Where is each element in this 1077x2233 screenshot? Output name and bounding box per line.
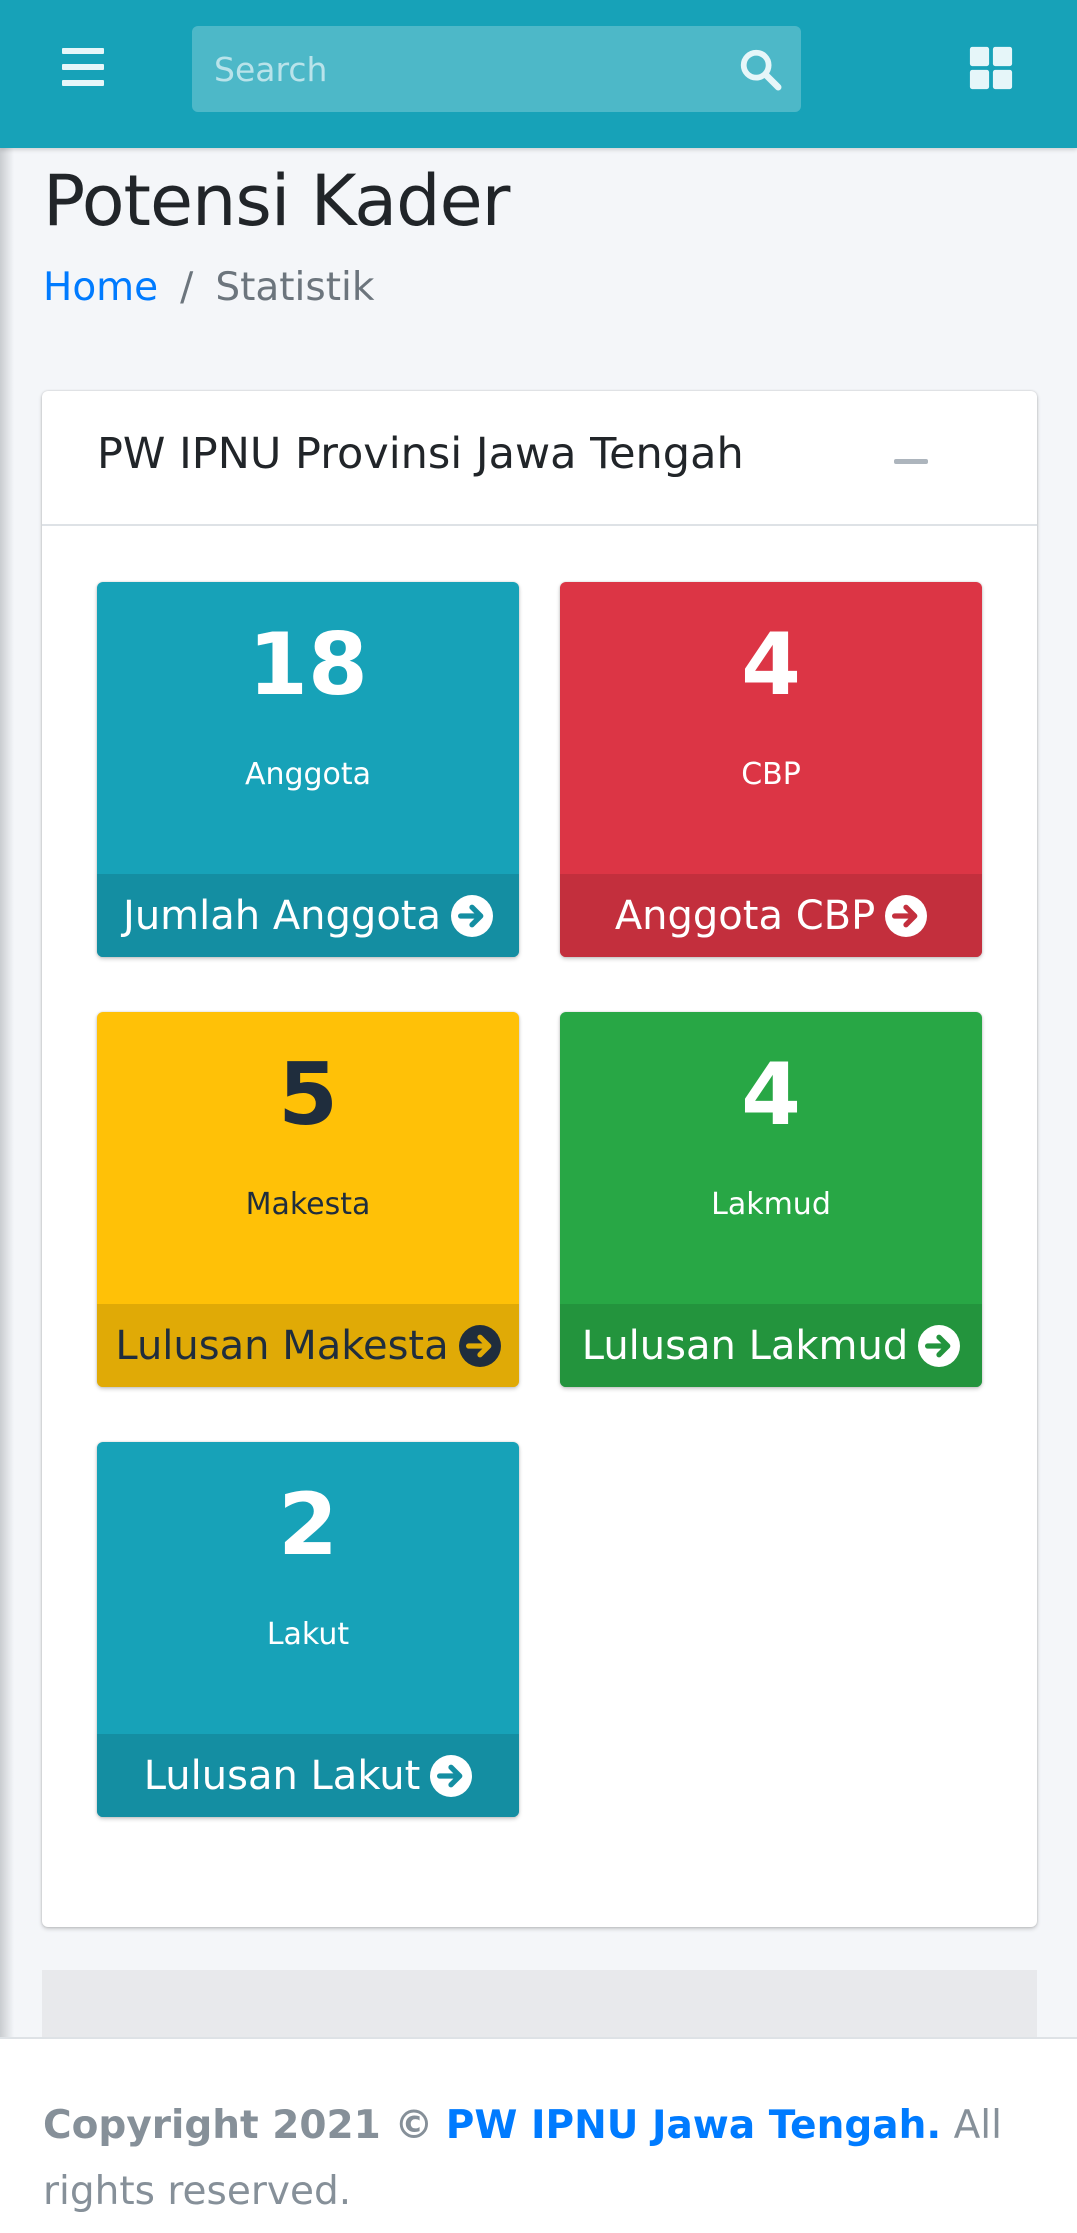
lulusan-lakmud-link[interactable]: Lulusan Lakmud (560, 1304, 982, 1387)
minus-icon (894, 459, 928, 464)
top-navbar (0, 0, 1077, 148)
stat-box-cbp: 4 CBP Anggota CBP (560, 582, 982, 957)
stat-number: 18 (248, 615, 368, 715)
jumlah-anggota-link[interactable]: Jumlah Anggota (97, 874, 519, 957)
stat-box-anggota: 18 Anggota Jumlah Anggota (97, 582, 519, 957)
stat-box-lakut: 2 Lakut Lulusan Lakut (97, 1442, 519, 1817)
stat-label: Makesta (245, 1187, 371, 1222)
statistics-card: PW IPNU Provinsi Jawa Tengah 18 Anggota … (42, 391, 1037, 1927)
breadcrumb-current: Statistik (215, 265, 375, 310)
arrow-circle-right-icon (458, 1324, 501, 1367)
search-input[interactable] (214, 26, 714, 112)
arrow-circle-right-icon (918, 1324, 961, 1367)
breadcrumb-separator: / (180, 265, 194, 310)
arrow-circle-right-icon (430, 1754, 473, 1797)
stat-label: CBP (741, 757, 801, 792)
breadcrumb-home-link[interactable]: Home (43, 265, 158, 310)
org-link[interactable]: PW IPNU Jawa Tengah. (446, 2103, 941, 2148)
stat-footer-label: Anggota CBP (614, 892, 876, 939)
search-icon[interactable] (737, 46, 783, 92)
stat-label: Lakmud (711, 1187, 831, 1222)
sidebar-edge-shadow (0, 148, 14, 2038)
grid-apps-icon[interactable] (968, 45, 1014, 91)
arrow-circle-right-icon (450, 894, 493, 937)
stat-box-lakmud: 4 Lakmud Lulusan Lakmud (560, 1012, 982, 1387)
stat-label: Anggota (244, 757, 372, 792)
content-spacer (42, 1970, 1037, 2038)
copyright-text: Copyright 2021 © PW IPNU Jawa Tengah. Al… (43, 2093, 1033, 2225)
lulusan-makesta-link[interactable]: Lulusan Makesta (97, 1304, 519, 1387)
stat-number: 4 (741, 1045, 801, 1145)
breadcrumb: Home / Statistik (43, 265, 374, 310)
stat-label: Lakut (266, 1617, 350, 1652)
stat-number: 2 (278, 1475, 338, 1575)
page-footer: Copyright 2021 © PW IPNU Jawa Tengah. Al… (0, 2037, 1077, 2233)
anggota-cbp-link[interactable]: Anggota CBP (560, 874, 982, 957)
search-form (192, 26, 801, 112)
copyright-label: Copyright 2021 © (43, 2103, 434, 2148)
card-header: PW IPNU Provinsi Jawa Tengah (42, 391, 1037, 526)
page-title: Potensi Kader (43, 160, 510, 242)
stat-footer-label: Lulusan Makesta (115, 1322, 449, 1369)
stat-number: 4 (741, 615, 801, 715)
stat-number: 5 (278, 1045, 338, 1145)
stat-footer-label: Lulusan Lakut (143, 1752, 421, 1799)
hamburger-icon[interactable] (62, 48, 104, 86)
card-title: PW IPNU Provinsi Jawa Tengah (97, 429, 744, 479)
arrow-circle-right-icon (885, 894, 928, 937)
stat-footer-label: Lulusan Lakmud (581, 1322, 909, 1369)
stat-footer-label: Jumlah Anggota (123, 892, 441, 939)
collapse-button[interactable] (882, 431, 942, 491)
stat-box-makesta: 5 Makesta Lulusan Makesta (97, 1012, 519, 1387)
lulusan-lakut-link[interactable]: Lulusan Lakut (97, 1734, 519, 1817)
